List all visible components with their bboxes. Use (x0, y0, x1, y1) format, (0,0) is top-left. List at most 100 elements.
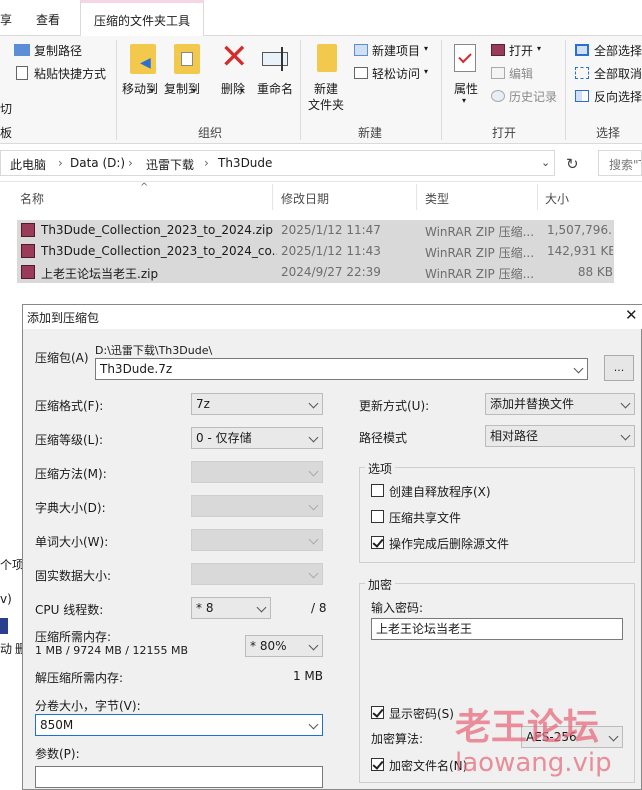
archive-name-combo[interactable]: Th3Dude.7z (95, 358, 588, 380)
breadcrumb-separator-icon: › (128, 156, 133, 170)
breadcrumb-data-drive[interactable]: Data (D:) (70, 156, 125, 170)
select-all-button[interactable]: 全部选择 (594, 42, 642, 59)
search-box[interactable]: 搜索"T (598, 150, 642, 176)
properties-button[interactable]: 属性 (454, 80, 478, 97)
file-name: 上老王论坛当老王.zip (41, 267, 159, 281)
breadcrumb-this-pc[interactable]: 此电脑 (10, 156, 46, 173)
breadcrumb-th3dude[interactable]: Th3Dude (218, 156, 272, 170)
sfx-label: 创建自释放程序(X) (389, 485, 491, 499)
browse-button[interactable]: ... (604, 355, 634, 381)
chevron-down-icon: ▾ (192, 86, 197, 95)
refresh-icon[interactable]: ↻ (566, 155, 579, 173)
group-separator (441, 40, 442, 140)
chevron-down-icon: ▾ (424, 67, 429, 76)
file-date: 2024/9/27 22:39 (281, 265, 381, 279)
winrar-open-icon (491, 44, 505, 56)
sfx-checkbox[interactable] (371, 484, 384, 497)
move-to-icon: ◀ (130, 44, 156, 74)
paste-shortcut-button[interactable]: 粘贴快捷方式 (34, 65, 106, 82)
organize-group-label: 组织 (197, 126, 222, 140)
method-select[interactable] (191, 461, 323, 483)
archive-dir: D:\迅雷下载\Th3Dude\ (95, 344, 213, 357)
copy-path-button[interactable]: 复制路径 (34, 42, 82, 59)
ribbon-tab-bar: 享 查看 压缩的文件夹工具 (0, 0, 642, 37)
file-size: 88 KB (577, 265, 613, 279)
update-value: 添加并替换文件 (490, 397, 575, 411)
easy-access-button[interactable]: 轻松访问 (372, 65, 420, 82)
cpu-select[interactable]: * 8 (191, 597, 271, 619)
table-row[interactable]: Th3Dude_Collection_2023_to_2024.zip 2025… (17, 220, 614, 241)
encrypt-names-checkbox[interactable] (371, 758, 384, 771)
column-type[interactable]: 类型 (425, 190, 449, 207)
split-label: 分卷大小，字节(V): (35, 699, 141, 713)
winrar-file-icon (21, 223, 35, 237)
invert-selection-button[interactable]: 反向选择 (594, 88, 642, 105)
edit-icon (491, 67, 505, 79)
partial-text: v) (0, 592, 12, 606)
search-placeholder: 搜索"T (609, 158, 641, 172)
file-type: WinRAR ZIP 压缩... (425, 225, 535, 239)
tab-view[interactable]: 查看 (36, 0, 66, 36)
ribbon: 复制路径 粘贴快捷方式 切 板 ◀ 移动到 ▾ 复制到 ▾ ✕ 删除 ▾ 重命名… (0, 36, 642, 144)
breadcrumb-xunlei[interactable]: 迅雷下载 (146, 156, 194, 173)
show-password-checkbox[interactable] (371, 706, 384, 719)
delete-source-checkbox[interactable] (371, 536, 384, 549)
rename-button[interactable]: 重命名 (257, 80, 293, 97)
cut-button[interactable]: 切 (0, 100, 12, 117)
solid-label: 固实数据大小: (35, 569, 112, 583)
table-row[interactable]: 上老王论坛当老王.zip 2024/9/27 22:39 WinRAR ZIP … (17, 262, 614, 283)
clipboard-group-label: 板 (0, 126, 13, 140)
delete-icon: ✕ (220, 37, 249, 77)
format-select[interactable]: 7z (191, 393, 323, 415)
options-title: 选项 (365, 460, 396, 477)
open-button[interactable]: 打开 (509, 42, 533, 59)
path-select[interactable]: 相对路径 (485, 425, 635, 447)
close-icon[interactable]: ✕ (625, 306, 638, 324)
new-item-button[interactable]: 新建项目 (372, 42, 420, 59)
dialog-titlebar: 添加到压缩包 ✕ (23, 305, 642, 329)
new-folder-button[interactable]: 新建 (314, 80, 338, 97)
edit-button[interactable]: 编辑 (509, 65, 533, 82)
params-input[interactable] (35, 766, 323, 788)
column-date[interactable]: 修改日期 (281, 190, 329, 207)
select-none-icon (575, 67, 589, 79)
dict-select[interactable] (191, 495, 323, 517)
column-name[interactable]: 名称 (20, 190, 44, 207)
properties-icon (454, 44, 476, 72)
open-group-label: 打开 (491, 126, 516, 140)
tab-compressed-tools[interactable]: 压缩的文件夹工具 (80, 0, 204, 37)
tab-share[interactable]: 享 (0, 0, 16, 36)
split-combo[interactable]: 850M (35, 714, 323, 736)
mem-detail: 1 MB / 9724 MB / 12155 MB (35, 644, 188, 657)
breadcrumb-separator-icon: › (58, 156, 63, 170)
file-name: Th3Dude_Collection_2023_to_2024_co... (41, 244, 277, 258)
history-icon (491, 90, 505, 102)
table-row[interactable]: Th3Dude_Collection_2023_to_2024_co... 20… (17, 241, 614, 262)
column-divider (537, 184, 538, 210)
new-item-icon (354, 44, 368, 56)
select-all-icon (575, 44, 589, 56)
chevron-down-icon: ▾ (462, 96, 467, 105)
history-button[interactable]: 历史记录 (509, 88, 557, 105)
chevron-down-icon: ▾ (240, 86, 245, 95)
chevron-down-icon[interactable]: ⌄ (541, 156, 550, 169)
cpu-label: CPU 线程数: (35, 603, 104, 617)
column-size[interactable]: 大小 (545, 190, 569, 207)
select-none-button[interactable]: 全部取消 (594, 65, 642, 82)
solid-select[interactable] (191, 563, 323, 585)
cpu-value: * 8 (196, 601, 214, 615)
sort-ascending-icon: ^ (140, 182, 149, 193)
method-label: 压缩方法(M): (35, 467, 107, 481)
new-folder-label-line2: 文件夹 (308, 98, 345, 112)
file-size: 142,931 KB (547, 244, 613, 258)
password-input[interactable]: 上老王论坛当老王 (371, 618, 623, 640)
shared-checkbox[interactable] (371, 510, 384, 523)
word-select[interactable] (191, 529, 323, 551)
mem-select[interactable]: * 80% (245, 635, 323, 657)
file-type: WinRAR ZIP 压缩... (425, 246, 535, 260)
watermark-logo: 老王论坛 (455, 707, 600, 748)
decomp-label: 解压缩所需内存: (35, 671, 124, 685)
update-select[interactable]: 添加并替换文件 (485, 393, 635, 415)
select-group-label: 选择 (595, 126, 620, 140)
level-select[interactable]: 0 - 仅存储 (191, 427, 323, 449)
